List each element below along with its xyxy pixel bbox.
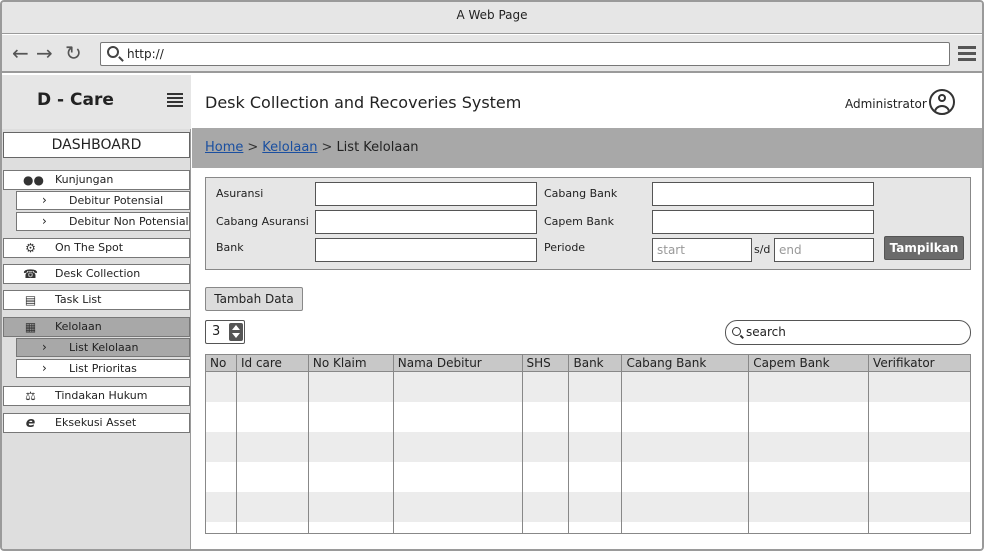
- back-icon[interactable]: ←: [12, 41, 29, 65]
- sidebar-item-label: Task List: [55, 293, 102, 306]
- sidebar: D - Care DASHBOARD ●● Kunjungan › Debitu…: [2, 75, 191, 549]
- gear-icon: ⚙: [25, 241, 36, 255]
- stepper-arrows-icon[interactable]: [229, 323, 243, 341]
- sidebar-item-label: Tindakan Hukum: [55, 389, 148, 402]
- sidebar-item-label: Debitur Potensial: [69, 194, 164, 207]
- sidebar-item-label: List Prioritas: [69, 362, 137, 375]
- sidebar-item-label: List Kelolaan: [69, 341, 139, 354]
- sidebar-dashboard[interactable]: DASHBOARD: [3, 132, 190, 158]
- breadcrumb: Home > Kelolaan > List Kelolaan: [192, 128, 982, 168]
- sidebar-item-kunjungan[interactable]: ●● Kunjungan: [3, 170, 190, 190]
- table-row[interactable]: [205, 491, 971, 522]
- kelolaan-table: No Id care No Klaim Nama Debitur SHS Ban…: [205, 354, 971, 534]
- sidebar-item-label: Desk Collection: [55, 267, 141, 280]
- table-row[interactable]: [205, 461, 971, 492]
- sidebar-item-eksekusi-asset[interactable]: e Eksekusi Asset: [3, 413, 190, 433]
- column-header-no[interactable]: No: [205, 354, 237, 372]
- main-content: Desk Collection and Recoveries System Ad…: [192, 75, 982, 549]
- capem-bank-label: Capem Bank: [544, 215, 615, 228]
- periode-end-field[interactable]: end: [774, 238, 874, 262]
- periode-label: Periode: [544, 241, 586, 254]
- phone-icon: ☎: [23, 267, 38, 281]
- browser-toolbar: ← → ↻ http://: [2, 35, 982, 73]
- breadcrumb-current: List Kelolaan: [336, 140, 419, 155]
- page-title: Desk Collection and Recoveries System: [205, 93, 522, 112]
- brand-name: D - Care: [37, 90, 114, 110]
- cabang-bank-label: Cabang Bank: [544, 187, 618, 200]
- browser-menu-icon[interactable]: [958, 46, 976, 62]
- search-input[interactable]: search: [725, 320, 971, 345]
- filter-panel: Asuransi Cabang Asuransi Bank Cabang Ban…: [205, 177, 971, 270]
- sidebar-item-list-kelolaan[interactable]: › List Kelolaan: [16, 338, 190, 357]
- search-icon: [732, 327, 741, 336]
- sidebar-item-label: Eksekusi Asset: [55, 416, 137, 429]
- column-header-id-care[interactable]: Id care: [235, 354, 309, 372]
- chevron-right-icon: ›: [42, 214, 47, 228]
- sidebar-toggle-icon[interactable]: [167, 93, 183, 107]
- sidebar-item-on-the-spot[interactable]: ⚙ On The Spot: [3, 238, 190, 258]
- forward-icon[interactable]: →: [36, 41, 53, 65]
- building-icon: ▦: [24, 320, 37, 334]
- column-header-bank[interactable]: Bank: [568, 354, 623, 372]
- bank-field[interactable]: [315, 238, 537, 262]
- window-title: A Web Page: [2, 2, 982, 34]
- breadcrumb-kelolaan[interactable]: Kelolaan: [262, 140, 317, 155]
- table-header-row: No Id care No Klaim Nama Debitur SHS Ban…: [205, 354, 971, 372]
- periode-separator: s/d: [754, 243, 771, 256]
- table-row[interactable]: [205, 521, 971, 534]
- ie-icon: e: [25, 415, 36, 431]
- chevron-right-icon: ›: [42, 193, 47, 207]
- asuransi-field[interactable]: [315, 182, 537, 206]
- column-header-nama-debitur[interactable]: Nama Debitur: [392, 354, 523, 372]
- column-header-no-klaim[interactable]: No Klaim: [307, 354, 394, 372]
- sidebar-item-label: Debitur Non Potensial: [69, 215, 189, 228]
- table-row[interactable]: [205, 401, 971, 432]
- page-size-value: 3: [212, 324, 221, 339]
- sidebar-item-label: Kelolaan: [55, 320, 102, 333]
- sidebar-item-tindakan-hukum[interactable]: ⚖ Tindakan Hukum: [3, 386, 190, 406]
- sidebar-item-task-list[interactable]: ▤ Task List: [3, 290, 190, 310]
- periode-start-field[interactable]: start: [652, 238, 752, 262]
- address-bar[interactable]: http://: [100, 42, 950, 66]
- bank-label: Bank: [216, 241, 244, 254]
- sidebar-item-kelolaan[interactable]: ▦ Kelolaan: [3, 317, 190, 337]
- browser-window: A Web Page ← → ↻ http:// D - Care DASHBO…: [0, 0, 984, 551]
- chevron-right-icon: ›: [42, 361, 47, 375]
- sidebar-item-label: On The Spot: [55, 241, 124, 254]
- column-header-capem-bank[interactable]: Capem Bank: [748, 354, 870, 372]
- sidebar-item-list-prioritas[interactable]: › List Prioritas: [16, 359, 190, 378]
- cabang-asuransi-label: Cabang Asuransi: [216, 215, 309, 228]
- tambah-data-button[interactable]: Tambah Data: [205, 287, 303, 311]
- sidebar-item-label: Kunjungan: [55, 173, 114, 186]
- page-size-stepper[interactable]: 3: [205, 320, 245, 344]
- document-icon: ▤: [24, 293, 37, 307]
- user-name[interactable]: Administrator: [845, 97, 927, 111]
- breadcrumb-home[interactable]: Home: [205, 140, 243, 155]
- column-header-verifikator[interactable]: Verifikator: [868, 354, 971, 372]
- asuransi-label: Asuransi: [216, 187, 264, 200]
- tampilkan-button[interactable]: Tampilkan: [884, 236, 964, 260]
- search-icon: [107, 46, 119, 58]
- reload-icon[interactable]: ↻: [65, 41, 82, 65]
- address-bar-url: http://: [127, 47, 164, 61]
- breadcrumb-separator: >: [247, 140, 259, 155]
- table-row[interactable]: [205, 371, 971, 402]
- sidebar-item-debitur-non-potensial[interactable]: › Debitur Non Potensial: [16, 212, 190, 231]
- scale-icon: ⚖: [25, 389, 36, 403]
- user-avatar-icon[interactable]: [929, 89, 955, 115]
- sidebar-item-desk-collection[interactable]: ☎ Desk Collection: [3, 264, 190, 284]
- table-row[interactable]: [205, 431, 971, 462]
- search-placeholder: search: [746, 325, 786, 339]
- column-header-shs[interactable]: SHS: [521, 354, 570, 372]
- breadcrumb-separator: >: [321, 140, 333, 155]
- chevron-right-icon: ›: [42, 340, 47, 354]
- cabang-asuransi-field[interactable]: [315, 210, 537, 234]
- users-icon: ●●: [23, 173, 44, 187]
- capem-bank-field[interactable]: [652, 210, 874, 234]
- column-header-cabang-bank[interactable]: Cabang Bank: [621, 354, 750, 372]
- cabang-bank-field[interactable]: [652, 182, 874, 206]
- sidebar-item-debitur-potensial[interactable]: › Debitur Potensial: [16, 191, 190, 210]
- brand-header: D - Care: [2, 75, 191, 129]
